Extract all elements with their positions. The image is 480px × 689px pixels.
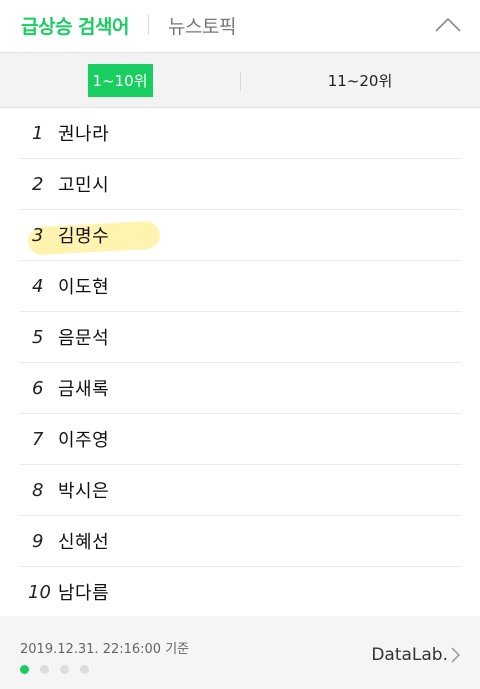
ranking-item[interactable]: 4 이도현 [20, 261, 462, 312]
page-dot[interactable] [40, 665, 49, 674]
realtime-search-card: 급상승 검색어 뉴스토픽 1~10위 11~20위 1 권나라 2 고민시 3 [0, 0, 480, 689]
update-timestamp: 2019.12.31. 22:16:00 기준 [20, 642, 190, 657]
datalab-link[interactable]: DataLab. [371, 645, 460, 665]
rank-keyword[interactable]: 박시은 [58, 477, 109, 503]
rank-number: 7 [32, 428, 44, 450]
footer: 2019.12.31. 22:16:00 기준 DataLab. [0, 616, 480, 689]
ranking-item[interactable]: 7 이주영 [20, 414, 462, 465]
rank-keyword[interactable]: 고민시 [58, 171, 109, 197]
rank-number: 4 [32, 275, 44, 297]
page-dot-active[interactable] [20, 665, 29, 674]
page-indicator [20, 665, 100, 674]
page-dot[interactable] [80, 665, 89, 674]
rank-keyword[interactable]: 음문석 [58, 324, 109, 350]
ranking-item[interactable]: 5 음문석 [20, 312, 462, 363]
rank-keyword[interactable]: 금새록 [58, 375, 109, 401]
tab-rank-11-20[interactable]: 11~20위 [240, 53, 480, 107]
rank-keyword[interactable]: 남다름 [58, 579, 109, 605]
ranking-item[interactable]: 10 남다름 [20, 567, 462, 618]
ranking-item[interactable]: 1 권나라 [20, 108, 462, 159]
rank-keyword[interactable]: 이도현 [58, 273, 109, 299]
datalab-label: DataLab. [371, 645, 448, 665]
rank-number: 3 [32, 224, 44, 246]
rank-number: 2 [32, 173, 44, 195]
ranking-item[interactable]: 8 박시은 [20, 465, 462, 516]
rank-keyword[interactable]: 이주영 [58, 426, 109, 452]
rank-number: 9 [32, 530, 44, 552]
ranking-item[interactable]: 6 금새록 [20, 363, 462, 414]
chevron-up-icon [435, 18, 461, 32]
tab-rank-1-10-label: 1~10위 [87, 63, 153, 97]
rank-number: 6 [32, 377, 44, 399]
ranking-list: 1 권나라 2 고민시 3 김명수 4 이도현 5 음문석 6 금새록 7 이주… [0, 108, 480, 618]
ranking-item[interactable]: 2 고민시 [20, 159, 462, 210]
rank-keyword[interactable]: 김명수 [58, 222, 109, 248]
tab-rank-11-20-label: 11~20위 [327, 71, 393, 90]
chevron-right-icon [451, 647, 460, 663]
rank-number: 10 [28, 581, 51, 603]
ranking-item[interactable]: 3 김명수 [20, 210, 462, 261]
rank-number: 5 [32, 326, 44, 348]
rank-number: 8 [32, 479, 44, 501]
collapse-button[interactable] [434, 12, 462, 38]
tab-rank-1-10[interactable]: 1~10위 [0, 53, 240, 107]
rank-keyword[interactable]: 신혜선 [58, 528, 109, 554]
range-tabs: 1~10위 11~20위 [0, 52, 480, 108]
rank-keyword[interactable]: 권나라 [58, 120, 109, 146]
tab-divider [148, 15, 149, 35]
tab-trending-searches[interactable]: 급상승 검색어 [21, 12, 130, 39]
ranking-item[interactable]: 9 신혜선 [20, 516, 462, 567]
page-dot[interactable] [60, 665, 69, 674]
tab-news-topics[interactable]: 뉴스토픽 [168, 12, 236, 39]
rank-number: 1 [32, 122, 44, 144]
header: 급상승 검색어 뉴스토픽 [0, 0, 480, 50]
